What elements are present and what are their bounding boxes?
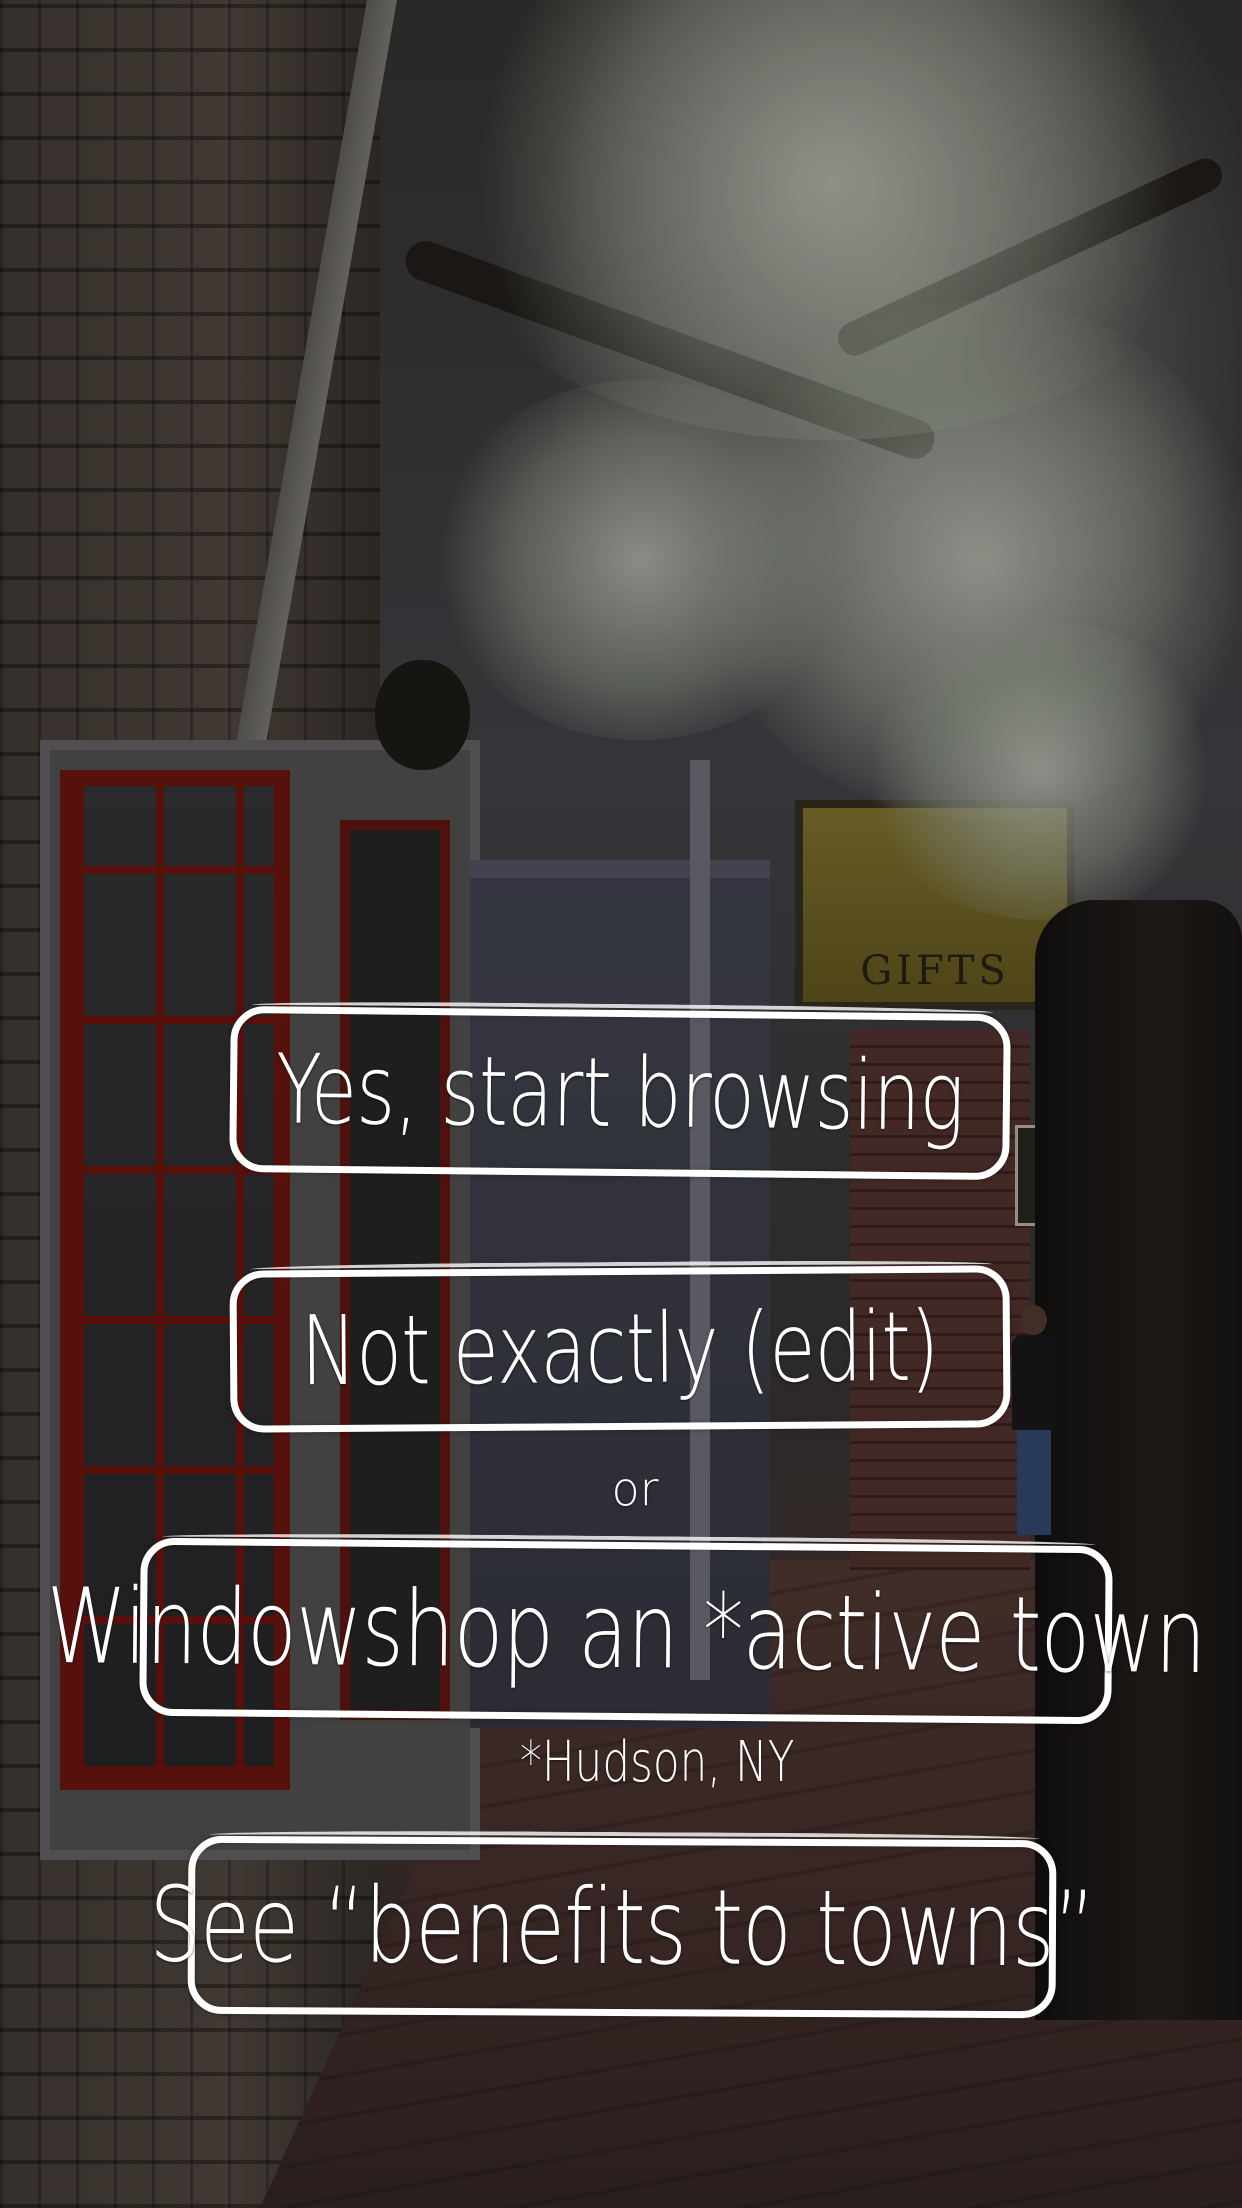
windowshop-label: Windowshop an *active town [45,1564,1207,1698]
town-footnote-text: *Hudson, NY [520,1730,795,1795]
edit-button[interactable]: Not exactly (edit) [229,1265,1011,1433]
benefits-button[interactable]: See “benefits to towns” [149,1835,1095,2019]
or-separator: or [611,1462,659,1516]
onboarding-screen: GIFTS Yes, start browsing Not exactly (e… [0,0,1242,2208]
start-browsing-button[interactable]: Yes, start browsing [229,1005,1011,1181]
start-browsing-label: Yes, start browsing [275,1033,965,1153]
town-footnote: *Hudson, NY [520,1730,794,1795]
edit-label: Not exactly (edit) [300,1290,940,1408]
benefits-label: See “benefits to towns” [148,1863,1096,1991]
windowshop-button[interactable]: Windowshop an *active town [46,1537,1206,1725]
